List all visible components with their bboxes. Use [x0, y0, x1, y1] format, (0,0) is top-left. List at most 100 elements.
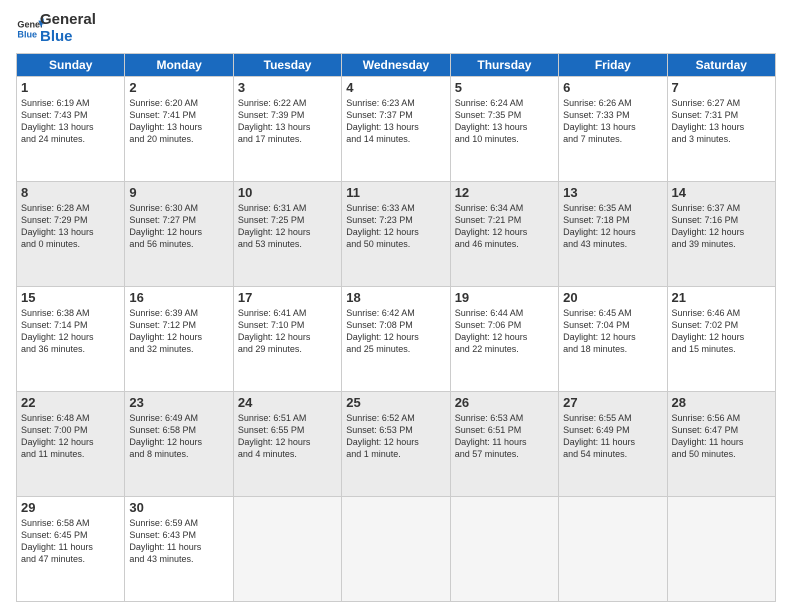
calendar-row: 1 Sunrise: 6:19 AMSunset: 7:43 PMDaylight… [17, 77, 776, 182]
cell-info: Sunrise: 6:59 AMSunset: 6:43 PMDaylight:… [129, 517, 228, 566]
calendar-cell: 16 Sunrise: 6:39 AMSunset: 7:12 PMDayligh… [125, 287, 233, 392]
cell-info: Sunrise: 6:48 AMSunset: 7:00 PMDaylight:… [21, 412, 120, 461]
calendar-cell: 2 Sunrise: 6:20 AMSunset: 7:41 PMDaylight… [125, 77, 233, 182]
calendar-cell [667, 497, 775, 602]
cell-info: Sunrise: 6:37 AMSunset: 7:16 PMDaylight:… [672, 202, 771, 251]
logo-general: General [40, 12, 96, 29]
calendar-cell: 8 Sunrise: 6:28 AMSunset: 7:29 PMDaylight… [17, 182, 125, 287]
day-number: 18 [346, 290, 445, 305]
day-number: 5 [455, 80, 554, 95]
cell-info: Sunrise: 6:51 AMSunset: 6:55 PMDaylight:… [238, 412, 337, 461]
day-number: 30 [129, 500, 228, 515]
calendar-cell: 9Sunrise: 6:30 AMSunset: 7:27 PMDaylight… [125, 182, 233, 287]
day-number: 24 [238, 395, 337, 410]
calendar-cell [450, 497, 558, 602]
cell-info: Sunrise: 6:38 AMSunset: 7:14 PMDaylight:… [21, 307, 120, 356]
cell-info: Sunrise: 6:30 AMSunset: 7:27 PMDaylight:… [129, 202, 228, 251]
logo-blue: Blue [40, 29, 96, 46]
day-number: 12 [455, 185, 554, 200]
calendar-cell: 19 Sunrise: 6:44 AMSunset: 7:06 PMDayligh… [450, 287, 558, 392]
calendar-cell [342, 497, 450, 602]
calendar-cell: 26 Sunrise: 6:53 AMSunset: 6:51 PMDayligh… [450, 392, 558, 497]
calendar-cell: 6 Sunrise: 6:26 AMSunset: 7:33 PMDaylight… [559, 77, 667, 182]
page: General Blue General Blue SundayMondayTu… [0, 0, 792, 612]
cell-info: Sunrise: 6:19 AMSunset: 7:43 PMDaylight:… [21, 97, 120, 146]
calendar-cell: 20 Sunrise: 6:45 AMSunset: 7:04 PMDayligh… [559, 287, 667, 392]
cell-info: Sunrise: 6:39 AMSunset: 7:12 PMDaylight:… [129, 307, 228, 356]
day-number: 13 [563, 185, 662, 200]
cell-info: Sunrise: 6:44 AMSunset: 7:06 PMDaylight:… [455, 307, 554, 356]
day-number: 17 [238, 290, 337, 305]
cell-info: Sunrise: 6:27 AMSunset: 7:31 PMDaylight:… [672, 97, 771, 146]
calendar-row: 22 Sunrise: 6:48 AMSunset: 7:00 PMDayligh… [17, 392, 776, 497]
day-number: 19 [455, 290, 554, 305]
weekday-header-row: SundayMondayTuesdayWednesdayThursdayFrid… [17, 54, 776, 77]
header: General Blue General Blue [16, 12, 776, 45]
cell-info: Sunrise: 6:49 AMSunset: 6:58 PMDaylight:… [129, 412, 228, 461]
weekday-header: Wednesday [342, 54, 450, 77]
calendar-cell: 25 Sunrise: 6:52 AMSunset: 6:53 PMDayligh… [342, 392, 450, 497]
cell-info: Sunrise: 6:45 AMSunset: 7:04 PMDaylight:… [563, 307, 662, 356]
weekday-header: Sunday [17, 54, 125, 77]
calendar-cell: 24 Sunrise: 6:51 AMSunset: 6:55 PMDayligh… [233, 392, 341, 497]
day-number: 22 [21, 395, 120, 410]
calendar-cell: 27 Sunrise: 6:55 AMSunset: 6:49 PMDayligh… [559, 392, 667, 497]
day-number: 21 [672, 290, 771, 305]
day-number: 26 [455, 395, 554, 410]
calendar-cell: 18Sunrise: 6:42 AMSunset: 7:08 PMDayligh… [342, 287, 450, 392]
weekday-header: Friday [559, 54, 667, 77]
calendar-cell: 5 Sunrise: 6:24 AMSunset: 7:35 PMDaylight… [450, 77, 558, 182]
cell-info: Sunrise: 6:34 AMSunset: 7:21 PMDaylight:… [455, 202, 554, 251]
cell-info: Sunrise: 6:55 AMSunset: 6:49 PMDaylight:… [563, 412, 662, 461]
calendar-cell: 13 Sunrise: 6:35 AMSunset: 7:18 PMDayligh… [559, 182, 667, 287]
day-number: 16 [129, 290, 228, 305]
logo: General Blue General Blue [16, 12, 96, 45]
day-number: 2 [129, 80, 228, 95]
day-number: 25 [346, 395, 445, 410]
cell-info: Sunrise: 6:56 AMSunset: 6:47 PMDaylight:… [672, 412, 771, 461]
cell-info: Sunrise: 6:53 AMSunset: 6:51 PMDaylight:… [455, 412, 554, 461]
calendar-cell: 14 Sunrise: 6:37 AMSunset: 7:16 PMDayligh… [667, 182, 775, 287]
day-number: 6 [563, 80, 662, 95]
svg-text:Blue: Blue [17, 29, 37, 39]
cell-info: Sunrise: 6:35 AMSunset: 7:18 PMDaylight:… [563, 202, 662, 251]
calendar-cell: 11 Sunrise: 6:33 AMSunset: 7:23 PMDayligh… [342, 182, 450, 287]
calendar-cell: 17 Sunrise: 6:41 AMSunset: 7:10 PMDayligh… [233, 287, 341, 392]
cell-info: Sunrise: 6:24 AMSunset: 7:35 PMDaylight:… [455, 97, 554, 146]
cell-info: Sunrise: 6:31 AMSunset: 7:25 PMDaylight:… [238, 202, 337, 251]
calendar-cell: 1 Sunrise: 6:19 AMSunset: 7:43 PMDaylight… [17, 77, 125, 182]
day-number: 15 [21, 290, 120, 305]
day-number: 27 [563, 395, 662, 410]
calendar-row: 15 Sunrise: 6:38 AMSunset: 7:14 PMDayligh… [17, 287, 776, 392]
cell-info: Sunrise: 6:26 AMSunset: 7:33 PMDaylight:… [563, 97, 662, 146]
calendar-cell: 15 Sunrise: 6:38 AMSunset: 7:14 PMDayligh… [17, 287, 125, 392]
day-number: 23 [129, 395, 228, 410]
day-number: 11 [346, 185, 445, 200]
cell-info: Sunrise: 6:52 AMSunset: 6:53 PMDaylight:… [346, 412, 445, 461]
weekday-header: Monday [125, 54, 233, 77]
cell-info: Sunrise: 6:33 AMSunset: 7:23 PMDaylight:… [346, 202, 445, 251]
day-number: 1 [21, 80, 120, 95]
weekday-header: Thursday [450, 54, 558, 77]
cell-info: Sunrise: 6:22 AMSunset: 7:39 PMDaylight:… [238, 97, 337, 146]
calendar-cell: 12 Sunrise: 6:34 AMSunset: 7:21 PMDayligh… [450, 182, 558, 287]
day-number: 14 [672, 185, 771, 200]
calendar-cell: 23 Sunrise: 6:49 AMSunset: 6:58 PMDayligh… [125, 392, 233, 497]
day-number: 10 [238, 185, 337, 200]
calendar-row: 29Sunrise: 6:58 AMSunset: 6:45 PMDayligh… [17, 497, 776, 602]
cell-info: Sunrise: 6:23 AMSunset: 7:37 PMDaylight:… [346, 97, 445, 146]
calendar-cell: 7Sunrise: 6:27 AMSunset: 7:31 PMDaylight… [667, 77, 775, 182]
day-number: 28 [672, 395, 771, 410]
day-number: 4 [346, 80, 445, 95]
calendar-cell: 30 Sunrise: 6:59 AMSunset: 6:43 PMDayligh… [125, 497, 233, 602]
calendar-cell [233, 497, 341, 602]
day-number: 8 [21, 185, 120, 200]
cell-info: Sunrise: 6:41 AMSunset: 7:10 PMDaylight:… [238, 307, 337, 356]
calendar-cell: 3Sunrise: 6:22 AMSunset: 7:39 PMDaylight… [233, 77, 341, 182]
calendar-row: 8 Sunrise: 6:28 AMSunset: 7:29 PMDaylight… [17, 182, 776, 287]
cell-info: Sunrise: 6:20 AMSunset: 7:41 PMDaylight:… [129, 97, 228, 146]
cell-info: Sunrise: 6:28 AMSunset: 7:29 PMDaylight:… [21, 202, 120, 251]
day-number: 20 [563, 290, 662, 305]
calendar-cell: 22 Sunrise: 6:48 AMSunset: 7:00 PMDayligh… [17, 392, 125, 497]
day-number: 29 [21, 500, 120, 515]
